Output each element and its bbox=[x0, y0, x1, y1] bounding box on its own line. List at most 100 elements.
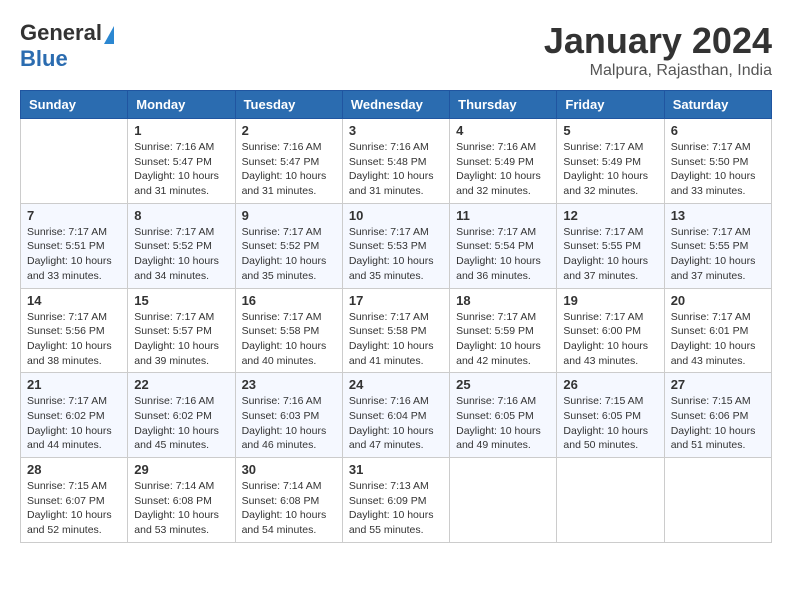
day-info: Sunrise: 7:15 AM Sunset: 6:05 PM Dayligh… bbox=[563, 394, 657, 453]
calendar-cell: 2 Sunrise: 7:16 AM Sunset: 5:47 PM Daylig… bbox=[235, 119, 342, 204]
calendar-cell: 31Sunrise: 7:13 AM Sunset: 6:09 PM Dayli… bbox=[342, 458, 449, 543]
day-number: 14 bbox=[27, 293, 121, 308]
calendar-cell: 29 Sunrise: 7:14 AM Sunset: 6:08 PM Dayli… bbox=[128, 458, 235, 543]
calendar-cell: 15Sunrise: 7:17 AM Sunset: 5:57 PM Dayli… bbox=[128, 288, 235, 373]
calendar-cell: 20Sunrise: 7:17 AM Sunset: 6:01 PM Dayli… bbox=[664, 288, 771, 373]
day-info: Sunrise: 7:17 AM Sunset: 6:00 PM Dayligh… bbox=[563, 310, 657, 369]
calendar-cell: 21 Sunrise: 7:17 AM Sunset: 6:02 PM Dayli… bbox=[21, 373, 128, 458]
calendar-cell: 8 Sunrise: 7:17 AM Sunset: 5:52 PM Daylig… bbox=[128, 203, 235, 288]
day-number: 18 bbox=[456, 293, 550, 308]
calendar-table: SundayMondayTuesdayWednesdayThursdayFrid… bbox=[20, 90, 772, 543]
day-info: Sunrise: 7:17 AM Sunset: 5:51 PM Dayligh… bbox=[27, 225, 121, 284]
day-number: 2 bbox=[242, 123, 336, 138]
logo-arrow-icon bbox=[104, 26, 114, 44]
calendar-cell: 30 Sunrise: 7:14 AM Sunset: 6:08 PM Dayli… bbox=[235, 458, 342, 543]
day-number: 29 bbox=[134, 462, 228, 477]
weekday-header-monday: Monday bbox=[128, 91, 235, 119]
day-info: Sunrise: 7:16 AM Sunset: 6:02 PM Dayligh… bbox=[134, 394, 228, 453]
week-row-3: 14 Sunrise: 7:17 AM Sunset: 5:56 PM Dayli… bbox=[21, 288, 772, 373]
calendar-cell: 7 Sunrise: 7:17 AM Sunset: 5:51 PM Daylig… bbox=[21, 203, 128, 288]
calendar-cell: 27 Sunrise: 7:15 AM Sunset: 6:06 PM Dayli… bbox=[664, 373, 771, 458]
calendar-cell: 11 Sunrise: 7:17 AM Sunset: 5:54 PM Dayli… bbox=[450, 203, 557, 288]
calendar-cell: 5Sunrise: 7:17 AM Sunset: 5:49 PM Daylig… bbox=[557, 119, 664, 204]
day-number: 13 bbox=[671, 208, 765, 223]
day-info: Sunrise: 7:17 AM Sunset: 6:01 PM Dayligh… bbox=[671, 310, 765, 369]
day-info: Sunrise: 7:17 AM Sunset: 5:55 PM Dayligh… bbox=[671, 225, 765, 284]
day-info: Sunrise: 7:17 AM Sunset: 5:58 PM Dayligh… bbox=[242, 310, 336, 369]
calendar-cell: 16Sunrise: 7:17 AM Sunset: 5:58 PM Dayli… bbox=[235, 288, 342, 373]
day-info: Sunrise: 7:14 AM Sunset: 6:08 PM Dayligh… bbox=[134, 479, 228, 538]
day-number: 6 bbox=[671, 123, 765, 138]
calendar-cell: 19Sunrise: 7:17 AM Sunset: 6:00 PM Dayli… bbox=[557, 288, 664, 373]
calendar-cell: 9Sunrise: 7:17 AM Sunset: 5:52 PM Daylig… bbox=[235, 203, 342, 288]
weekday-header-sunday: Sunday bbox=[21, 91, 128, 119]
calendar-cell: 23 Sunrise: 7:16 AM Sunset: 6:03 PM Dayli… bbox=[235, 373, 342, 458]
day-info: Sunrise: 7:14 AM Sunset: 6:08 PM Dayligh… bbox=[242, 479, 336, 538]
day-number: 3 bbox=[349, 123, 443, 138]
day-number: 11 bbox=[456, 208, 550, 223]
day-info: Sunrise: 7:17 AM Sunset: 5:54 PM Dayligh… bbox=[456, 225, 550, 284]
day-info: Sunrise: 7:16 AM Sunset: 5:49 PM Dayligh… bbox=[456, 140, 550, 199]
week-row-4: 21 Sunrise: 7:17 AM Sunset: 6:02 PM Dayli… bbox=[21, 373, 772, 458]
day-number: 23 bbox=[242, 377, 336, 392]
day-info: Sunrise: 7:17 AM Sunset: 5:59 PM Dayligh… bbox=[456, 310, 550, 369]
day-number: 27 bbox=[671, 377, 765, 392]
calendar-cell: 25 Sunrise: 7:16 AM Sunset: 6:05 PM Dayli… bbox=[450, 373, 557, 458]
day-number: 1 bbox=[134, 123, 228, 138]
logo-blue-text: Blue bbox=[20, 46, 68, 72]
calendar-cell: 1 Sunrise: 7:16 AM Sunset: 5:47 PM Daylig… bbox=[128, 119, 235, 204]
day-info: Sunrise: 7:17 AM Sunset: 5:58 PM Dayligh… bbox=[349, 310, 443, 369]
day-number: 25 bbox=[456, 377, 550, 392]
weekday-header-friday: Friday bbox=[557, 91, 664, 119]
day-number: 30 bbox=[242, 462, 336, 477]
day-info: Sunrise: 7:15 AM Sunset: 6:07 PM Dayligh… bbox=[27, 479, 121, 538]
day-info: Sunrise: 7:16 AM Sunset: 6:05 PM Dayligh… bbox=[456, 394, 550, 453]
day-info: Sunrise: 7:17 AM Sunset: 6:02 PM Dayligh… bbox=[27, 394, 121, 453]
day-info: Sunrise: 7:17 AM Sunset: 5:52 PM Dayligh… bbox=[242, 225, 336, 284]
calendar-cell: 12 Sunrise: 7:17 AM Sunset: 5:55 PM Dayli… bbox=[557, 203, 664, 288]
weekday-header-saturday: Saturday bbox=[664, 91, 771, 119]
day-info: Sunrise: 7:17 AM Sunset: 5:55 PM Dayligh… bbox=[563, 225, 657, 284]
week-row-5: 28 Sunrise: 7:15 AM Sunset: 6:07 PM Dayli… bbox=[21, 458, 772, 543]
logo-general-text: General bbox=[20, 20, 102, 46]
day-info: Sunrise: 7:17 AM Sunset: 5:53 PM Dayligh… bbox=[349, 225, 443, 284]
calendar-cell: 22Sunrise: 7:16 AM Sunset: 6:02 PM Dayli… bbox=[128, 373, 235, 458]
day-info: Sunrise: 7:16 AM Sunset: 5:47 PM Dayligh… bbox=[134, 140, 228, 199]
day-number: 28 bbox=[27, 462, 121, 477]
calendar-cell: 28 Sunrise: 7:15 AM Sunset: 6:07 PM Dayli… bbox=[21, 458, 128, 543]
day-number: 12 bbox=[563, 208, 657, 223]
day-number: 21 bbox=[27, 377, 121, 392]
day-number: 24 bbox=[349, 377, 443, 392]
calendar-cell: 6Sunrise: 7:17 AM Sunset: 5:50 PM Daylig… bbox=[664, 119, 771, 204]
day-info: Sunrise: 7:16 AM Sunset: 6:03 PM Dayligh… bbox=[242, 394, 336, 453]
weekday-header-tuesday: Tuesday bbox=[235, 91, 342, 119]
calendar-cell bbox=[557, 458, 664, 543]
day-info: Sunrise: 7:16 AM Sunset: 5:47 PM Dayligh… bbox=[242, 140, 336, 199]
calendar-cell bbox=[450, 458, 557, 543]
calendar-cell: 18 Sunrise: 7:17 AM Sunset: 5:59 PM Dayli… bbox=[450, 288, 557, 373]
day-info: Sunrise: 7:17 AM Sunset: 5:56 PM Dayligh… bbox=[27, 310, 121, 369]
title-block: January 2024 Malpura, Rajasthan, India bbox=[544, 20, 772, 80]
weekday-header-thursday: Thursday bbox=[450, 91, 557, 119]
day-info: Sunrise: 7:17 AM Sunset: 5:52 PM Dayligh… bbox=[134, 225, 228, 284]
calendar-cell bbox=[21, 119, 128, 204]
day-number: 4 bbox=[456, 123, 550, 138]
calendar-cell: 13 Sunrise: 7:17 AM Sunset: 5:55 PM Dayli… bbox=[664, 203, 771, 288]
day-number: 8 bbox=[134, 208, 228, 223]
day-number: 15 bbox=[134, 293, 228, 308]
day-info: Sunrise: 7:16 AM Sunset: 6:04 PM Dayligh… bbox=[349, 394, 443, 453]
month-title: January 2024 bbox=[544, 20, 772, 62]
day-number: 7 bbox=[27, 208, 121, 223]
week-row-2: 7 Sunrise: 7:17 AM Sunset: 5:51 PM Daylig… bbox=[21, 203, 772, 288]
day-info: Sunrise: 7:15 AM Sunset: 6:06 PM Dayligh… bbox=[671, 394, 765, 453]
calendar-cell: 26Sunrise: 7:15 AM Sunset: 6:05 PM Dayli… bbox=[557, 373, 664, 458]
calendar-cell: 3 Sunrise: 7:16 AM Sunset: 5:48 PM Daylig… bbox=[342, 119, 449, 204]
day-info: Sunrise: 7:16 AM Sunset: 5:48 PM Dayligh… bbox=[349, 140, 443, 199]
week-row-1: 1 Sunrise: 7:16 AM Sunset: 5:47 PM Daylig… bbox=[21, 119, 772, 204]
day-info: Sunrise: 7:17 AM Sunset: 5:49 PM Dayligh… bbox=[563, 140, 657, 199]
day-number: 10 bbox=[349, 208, 443, 223]
calendar-cell: 10 Sunrise: 7:17 AM Sunset: 5:53 PM Dayli… bbox=[342, 203, 449, 288]
calendar-cell: 17Sunrise: 7:17 AM Sunset: 5:58 PM Dayli… bbox=[342, 288, 449, 373]
weekday-header-wednesday: Wednesday bbox=[342, 91, 449, 119]
page-header: General Blue January 2024 Malpura, Rajas… bbox=[20, 20, 772, 80]
